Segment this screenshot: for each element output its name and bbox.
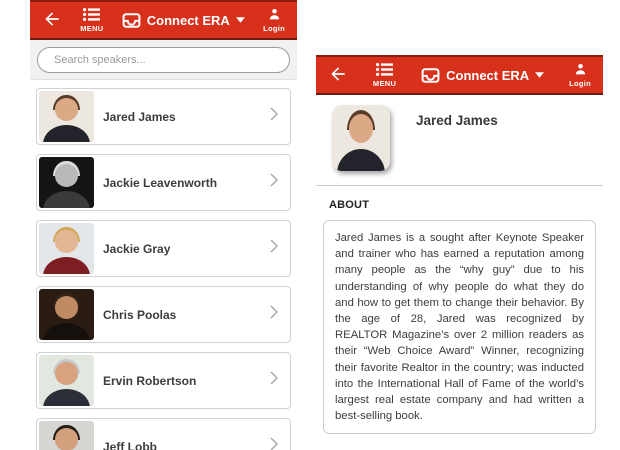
speaker-row[interactable]: Chris Poolas xyxy=(36,286,291,343)
search-input[interactable] xyxy=(37,46,290,73)
menu-label: MENU xyxy=(372,78,397,88)
user-icon xyxy=(268,8,281,23)
speaker-row[interactable]: Ervin Robertson xyxy=(36,352,291,409)
speaker-row[interactable]: Jackie Gray xyxy=(36,220,291,277)
about-box: Jared James is a sought after Keynote Sp… xyxy=(323,220,596,435)
speaker-row[interactable]: Jackie Leavenworth xyxy=(36,154,291,211)
profile-name: Jared James xyxy=(416,113,498,128)
user-icon xyxy=(574,63,587,78)
menu-list-icon xyxy=(376,62,394,78)
speaker-name: Chris Poolas xyxy=(103,307,177,322)
app-header: MENU Connect ERA Login xyxy=(30,0,297,40)
chevron-right-icon xyxy=(270,371,279,390)
speaker-list-screen: MENU Connect ERA Login Search speakers..… xyxy=(30,0,297,450)
login-button[interactable]: Login xyxy=(569,63,591,88)
app-title-dropdown[interactable]: Connect ERA xyxy=(122,13,245,28)
speaker-name: Jeff Lobb xyxy=(103,439,157,450)
app-title-dropdown[interactable]: Connect ERA xyxy=(421,67,545,83)
back-arrow-icon xyxy=(328,64,348,87)
menu-button[interactable]: MENU xyxy=(80,7,104,33)
login-button[interactable]: Login xyxy=(263,8,285,33)
about-heading: ABOUT xyxy=(329,199,370,211)
back-button[interactable] xyxy=(42,9,62,32)
speaker-list: Jared James Jackie Leavenworth Jackie Gr… xyxy=(30,80,297,450)
speaker-name: Jackie Leavenworth xyxy=(103,175,218,190)
caret-down-icon xyxy=(235,17,245,23)
caret-down-icon xyxy=(535,72,545,78)
login-label: Login xyxy=(569,78,591,88)
speaker-name: Jared James xyxy=(103,109,176,124)
about-section: ABOUT Jared James is a sought after Keyn… xyxy=(316,186,603,435)
speaker-row[interactable]: Jared James xyxy=(36,88,291,145)
app-title: Connect ERA xyxy=(146,12,230,28)
back-arrow-icon xyxy=(42,9,62,32)
menu-button[interactable]: MENU xyxy=(372,62,397,88)
speaker-photo xyxy=(39,289,94,340)
chevron-right-icon xyxy=(270,305,279,324)
login-label: Login xyxy=(263,23,285,33)
menu-list-icon xyxy=(83,7,101,23)
speaker-photo xyxy=(39,421,94,450)
speaker-name: Ervin Robertson xyxy=(103,373,197,388)
speaker-row[interactable]: Jeff Lobb xyxy=(36,418,291,450)
chevron-right-icon xyxy=(270,173,279,192)
app-header: MENU Connect ERA Login xyxy=(316,55,603,95)
speaker-name: Jackie Gray xyxy=(103,241,171,256)
menu-label: MENU xyxy=(80,23,104,33)
chevron-right-icon xyxy=(270,107,279,126)
profile-photo xyxy=(332,105,390,171)
speaker-photo xyxy=(39,91,94,142)
profile-header: Jared James xyxy=(316,95,603,186)
back-button[interactable] xyxy=(328,64,348,87)
speaker-detail-screen: MENU Connect ERA Login Jared James ABOUT… xyxy=(316,55,603,450)
speaker-photo xyxy=(39,223,94,274)
app-title: Connect ERA xyxy=(446,67,530,83)
search-bar-section xyxy=(30,40,297,80)
inbox-icon xyxy=(421,67,440,83)
speaker-photo xyxy=(39,157,94,208)
chevron-right-icon xyxy=(270,437,279,450)
chevron-right-icon xyxy=(270,239,279,258)
inbox-icon xyxy=(122,12,141,28)
speaker-photo xyxy=(39,355,94,406)
about-text: Jared James is a sought after Keynote Sp… xyxy=(335,232,584,423)
